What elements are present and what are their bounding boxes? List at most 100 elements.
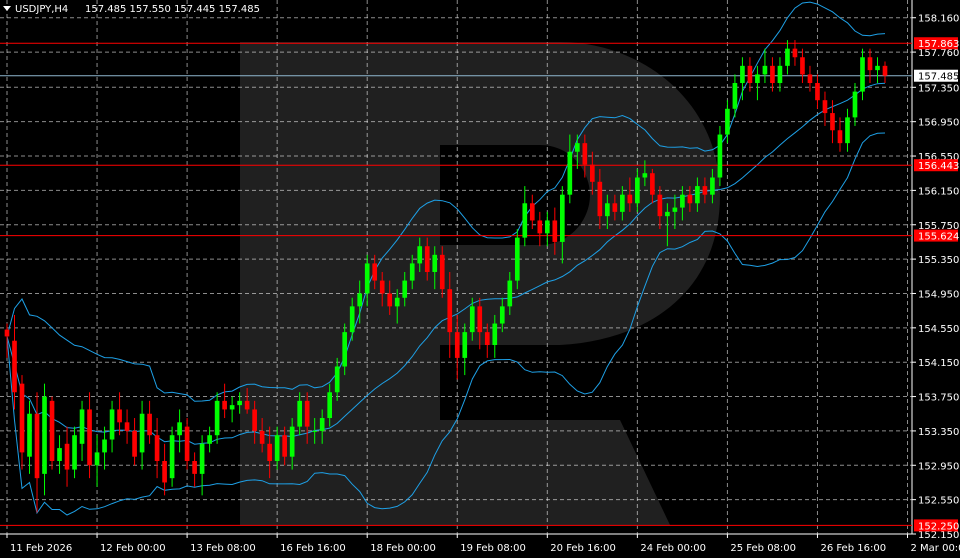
bullish-candle bbox=[507, 280, 513, 307]
price-tick-label: 156.950 bbox=[918, 118, 959, 129]
bearish-candle bbox=[552, 220, 558, 242]
bullish-candle bbox=[462, 332, 468, 358]
bearish-candle bbox=[49, 400, 55, 461]
bullish-candle bbox=[109, 409, 115, 440]
time-tick-label: 26 Feb 16:00 bbox=[820, 543, 886, 554]
time-tick-label: 19 Feb 08:00 bbox=[460, 543, 526, 554]
bearish-candle bbox=[87, 409, 92, 466]
bullish-candle bbox=[94, 452, 100, 466]
bullish-candle bbox=[409, 263, 415, 281]
bearish-candle bbox=[822, 100, 828, 114]
bullish-candle bbox=[72, 435, 77, 470]
bullish-candle bbox=[289, 426, 295, 457]
bullish-candle bbox=[79, 409, 85, 444]
bearish-candle bbox=[252, 409, 257, 431]
time-tick-label: 12 Feb 00:00 bbox=[100, 543, 166, 554]
time-tick-label: 11 Feb 2026 bbox=[10, 543, 72, 554]
bullish-candle bbox=[334, 366, 340, 393]
bearish-candle bbox=[424, 246, 430, 272]
bullish-candle bbox=[274, 435, 280, 461]
bearish-candle bbox=[34, 413, 40, 479]
bearish-candle bbox=[379, 280, 385, 294]
bearish-candle bbox=[837, 130, 843, 144]
level-price-label: 152.250 bbox=[918, 521, 959, 532]
bid-price-label: 157.485 bbox=[918, 72, 959, 83]
candlestick-chart[interactable]: 158.160157.760157.350156.950156.550156.1… bbox=[0, 0, 960, 558]
time-tick-label: 20 Feb 16:00 bbox=[550, 543, 616, 554]
bullish-candle bbox=[860, 57, 865, 92]
bullish-candle bbox=[207, 435, 212, 444]
bullish-candle bbox=[777, 65, 783, 84]
bearish-candle bbox=[154, 435, 160, 461]
price-tick-label: 152.950 bbox=[918, 461, 959, 472]
bullish-candle bbox=[852, 91, 858, 118]
bearish-candle bbox=[702, 186, 708, 195]
bullish-candle bbox=[57, 448, 62, 461]
bearish-candle bbox=[304, 400, 310, 427]
bullish-candle bbox=[169, 435, 175, 479]
bearish-candle bbox=[372, 263, 378, 281]
level-price-label: 157.863 bbox=[918, 39, 959, 50]
bearish-candle bbox=[770, 65, 775, 84]
price-tick-label: 156.150 bbox=[918, 186, 959, 197]
bearish-candle bbox=[792, 48, 798, 58]
bearish-candle bbox=[612, 203, 618, 212]
bullish-candle bbox=[342, 332, 348, 367]
bearish-candle bbox=[222, 400, 227, 410]
bearish-candle bbox=[117, 409, 122, 423]
bearish-candle bbox=[657, 194, 663, 217]
bearish-candle bbox=[282, 435, 287, 457]
time-tick-label: 13 Feb 08:00 bbox=[190, 543, 256, 554]
level-price-label: 155.624 bbox=[918, 232, 959, 243]
bearish-candle bbox=[64, 443, 70, 470]
symbol-timeframe: USDJPY,H4 bbox=[15, 4, 68, 15]
bearish-candle bbox=[147, 413, 152, 436]
bearish-candle bbox=[439, 254, 445, 290]
bullish-candle bbox=[755, 74, 760, 84]
bullish-candle bbox=[469, 306, 475, 333]
bearish-candle bbox=[387, 293, 393, 307]
bullish-candle bbox=[312, 430, 318, 432]
bearish-candle bbox=[259, 430, 265, 444]
price-tick-label: 153.350 bbox=[918, 427, 959, 438]
price-tick-label: 154.550 bbox=[918, 324, 959, 335]
bearish-candle bbox=[867, 57, 873, 71]
price-tick-label: 152.550 bbox=[918, 496, 959, 507]
bullish-candle bbox=[402, 280, 408, 298]
bearish-candle bbox=[597, 181, 603, 217]
bullish-candle bbox=[665, 211, 670, 217]
bullish-candle bbox=[214, 400, 220, 436]
bearish-candle bbox=[830, 113, 835, 131]
bearish-candle bbox=[192, 460, 197, 474]
bullish-candle bbox=[364, 263, 370, 294]
bearish-candle bbox=[747, 65, 753, 84]
bullish-candle bbox=[139, 413, 145, 453]
bullish-candle bbox=[499, 306, 505, 324]
bullish-candle bbox=[522, 203, 528, 238]
bullish-candle bbox=[319, 418, 325, 431]
bullish-candle bbox=[725, 108, 730, 135]
bearish-candle bbox=[477, 306, 483, 333]
price-tick-label: 154.150 bbox=[918, 358, 959, 369]
level-price-label: 156.443 bbox=[918, 161, 959, 172]
bearish-candle bbox=[582, 143, 588, 165]
bullish-candle bbox=[574, 143, 580, 152]
bullish-candle bbox=[544, 220, 550, 234]
bullish-candle bbox=[605, 203, 610, 217]
bullish-candle bbox=[762, 65, 768, 75]
bearish-candle bbox=[162, 460, 167, 483]
bullish-candle bbox=[680, 194, 685, 208]
bullish-candle bbox=[875, 65, 880, 71]
bullish-candle bbox=[432, 254, 438, 272]
bearish-candle bbox=[124, 422, 130, 431]
price-tick-label: 155.350 bbox=[918, 255, 959, 266]
bullish-candle bbox=[620, 194, 625, 212]
bullish-candle bbox=[394, 297, 400, 307]
bearish-candle bbox=[650, 173, 655, 195]
bullish-candle bbox=[845, 117, 850, 144]
ohlc-readout: 157.485 157.550 157.445 157.485 bbox=[85, 4, 260, 15]
time-tick-label: 2 Mar 00:00 bbox=[911, 543, 960, 554]
bullish-candle bbox=[357, 293, 363, 307]
bullish-candle bbox=[229, 405, 235, 410]
bullish-candle bbox=[102, 439, 107, 453]
